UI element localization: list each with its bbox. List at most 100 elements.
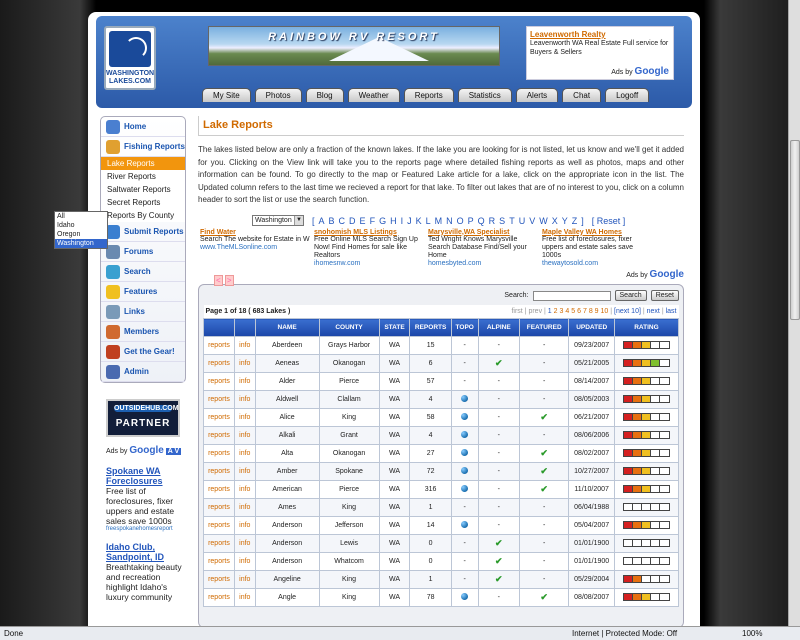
check-icon[interactable]: ✔ (495, 556, 503, 566)
pager-page[interactable]: 1 (548, 308, 552, 315)
ad-url[interactable]: homesbyted.com (428, 260, 540, 267)
page-scrollbar[interactable] (788, 0, 800, 626)
letter-filter-n[interactable]: N (446, 216, 453, 226)
nav-tab-alerts[interactable]: Alerts (515, 88, 559, 102)
sidebar-ad[interactable]: Idaho Club, Sandpoint, ID Breathtaking be… (106, 542, 184, 602)
pager-next10[interactable]: [next 10] (614, 308, 641, 315)
state-option-all[interactable]: All (55, 212, 107, 221)
pager-page[interactable]: 3 (560, 308, 564, 315)
header-ad-title[interactable]: Leavenworth Realty (530, 30, 670, 39)
reports-link[interactable]: reports (203, 408, 235, 427)
ad-title[interactable]: Find Water (200, 229, 312, 236)
check-icon[interactable]: ✔ (495, 538, 503, 548)
letter-filter-l[interactable]: L (426, 216, 431, 226)
reports-link[interactable]: reports (203, 588, 235, 607)
state-option-oregon[interactable]: Oregon (55, 230, 107, 239)
pager-last[interactable]: last (666, 308, 677, 315)
pager-page[interactable]: 8 (589, 308, 593, 315)
letter-filter-j[interactable]: J (407, 216, 412, 226)
letter-filter-y[interactable]: Y (562, 216, 568, 226)
check-icon[interactable]: ✔ (540, 466, 548, 476)
column-header-featured[interactable]: FEATURED (518, 318, 570, 337)
reports-link[interactable]: reports (203, 372, 235, 391)
info-link[interactable]: info (233, 408, 256, 427)
sidebar-item-forums[interactable]: Forums (101, 242, 185, 262)
nav-tab-weather[interactable]: Weather (347, 88, 400, 102)
pager-first[interactable]: first (511, 308, 522, 315)
reports-link[interactable]: reports (203, 336, 235, 355)
sidebar-ad[interactable]: Spokane WA Foreclosures Free list of fore… (106, 466, 184, 532)
nav-tab-chat[interactable]: Chat (562, 88, 602, 102)
pager-page[interactable]: 10 (601, 308, 609, 315)
sidebar-item-admin[interactable]: Admin (101, 362, 185, 382)
sidebar-item-features[interactable]: Features (101, 282, 185, 302)
ads-by-google[interactable]: Ads by Google A V (106, 445, 186, 456)
reset-filter-link[interactable]: [ Reset ] (592, 216, 626, 226)
sidebar-ad-title[interactable]: Spokane WA Foreclosures (106, 466, 184, 486)
state-select[interactable]: Washington ▼ (252, 215, 304, 226)
info-link[interactable]: info (233, 336, 256, 355)
pager-page[interactable]: 7 (583, 308, 587, 315)
letter-filter-d[interactable]: D (349, 216, 356, 226)
column-header-updated[interactable]: UPDATED (568, 318, 615, 337)
column-header-name[interactable]: NAME (254, 318, 320, 337)
sidebar-subitem-reports-by-county[interactable]: Reports By County (101, 209, 185, 222)
ad-url[interactable]: ihomesnw.com (314, 260, 426, 267)
info-link[interactable]: info (233, 480, 256, 499)
column-header-rating[interactable]: RATING (613, 318, 680, 337)
letter-filter-b[interactable]: B (329, 216, 335, 226)
column-header-state[interactable]: STATE (378, 318, 411, 337)
pager-page[interactable]: 6 (577, 308, 581, 315)
sidebar-item-links[interactable]: Links (101, 302, 185, 322)
sidebar-item-home[interactable]: Home (101, 117, 185, 137)
ad-url[interactable]: www.TheMLSonline.com (200, 244, 312, 251)
check-icon[interactable]: ✔ (540, 484, 548, 494)
reports-link[interactable]: reports (203, 480, 235, 499)
pager-prev[interactable]: prev (528, 308, 542, 315)
sidebar-item-get-the-gear[interactable]: Get the Gear! (101, 342, 185, 362)
column-header-topo[interactable]: TOPO (450, 318, 479, 337)
sidebar-item-search[interactable]: Search (101, 262, 185, 282)
sidebar-subitem-saltwater-reports[interactable]: Saltwater Reports (101, 183, 185, 196)
reports-link[interactable]: reports (203, 444, 235, 463)
info-link[interactable]: info (233, 372, 256, 391)
topo-globe-icon[interactable] (461, 431, 469, 438)
column-header-reports[interactable]: REPORTS (409, 318, 452, 337)
google-ad[interactable]: snohomish MLS Listings Free Online MLS Se… (312, 229, 426, 269)
letter-filter-o[interactable]: O (457, 216, 464, 226)
reports-link[interactable]: reports (203, 498, 235, 517)
site-logo[interactable]: WASHINGTON LAKES.COM (104, 26, 156, 90)
ads-by-google[interactable]: Ads by Google (198, 269, 684, 280)
sidebar-subitem-secret-reports[interactable]: Secret Reports (101, 196, 185, 209)
header-ad[interactable]: Leavenworth Realty Leavenworth WA Real E… (526, 26, 674, 80)
reports-link[interactable]: reports (203, 462, 235, 481)
reports-link[interactable]: reports (203, 354, 235, 373)
pager-next[interactable]: next (647, 308, 660, 315)
column-header-county[interactable]: COUNTY (318, 318, 380, 337)
letter-filter-w[interactable]: W (539, 216, 548, 226)
scrollbar-thumb[interactable] (790, 140, 800, 320)
check-icon[interactable]: ✔ (495, 358, 503, 368)
letter-filter-e[interactable]: E (360, 216, 366, 226)
google-ad[interactable]: Find Water Search The website for Estate … (198, 229, 312, 269)
letter-filter-x[interactable]: X (552, 216, 558, 226)
info-link[interactable]: info (233, 462, 256, 481)
info-link[interactable]: info (233, 444, 256, 463)
info-link[interactable]: info (233, 588, 256, 607)
info-link[interactable]: info (233, 534, 256, 553)
google-ad[interactable]: Marysville,WA Specialist Ted Wright Knows… (426, 229, 540, 269)
letter-filter-r[interactable]: R (489, 216, 496, 226)
reports-link[interactable]: reports (203, 426, 235, 445)
topo-globe-icon[interactable] (461, 413, 469, 420)
info-link[interactable]: info (233, 498, 256, 517)
sidebar-ad-url[interactable]: freespokanehomesreport (106, 526, 184, 532)
outsidehub-partner-badge[interactable]: OUTSIDEHUB.COM PARTNER (106, 399, 180, 437)
topo-globe-icon[interactable] (461, 593, 469, 600)
state-option-washington[interactable]: Washington (55, 239, 107, 248)
google-ad[interactable]: Maple Valley WA Homes Free list of forecl… (540, 229, 654, 269)
sidebar-ad-title[interactable]: Idaho Club, Sandpoint, ID (106, 542, 184, 562)
topo-globe-icon[interactable] (461, 467, 469, 474)
pager-page[interactable]: 5 (571, 308, 575, 315)
info-link[interactable]: info (233, 516, 256, 535)
letter-filter-c[interactable]: C (339, 216, 346, 226)
